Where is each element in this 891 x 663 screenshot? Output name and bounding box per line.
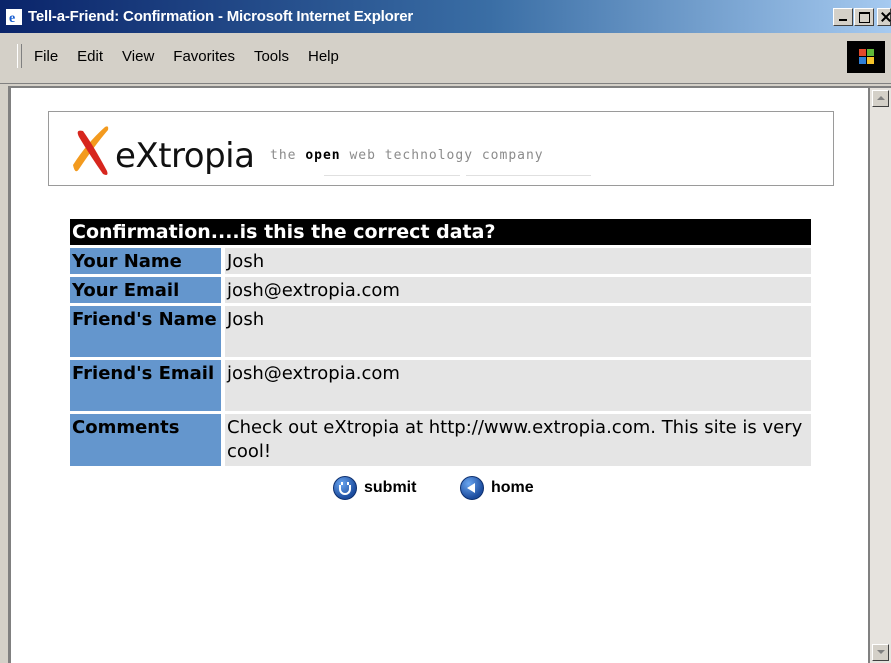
row-label: Your Name <box>70 248 221 274</box>
action-bar: submit home <box>11 476 868 504</box>
close-button[interactable] <box>877 8 891 26</box>
table-row: Friend's Email josh@extropia.com <box>70 360 811 411</box>
logo-banner: eXtropia the open web technology company <box>48 111 834 186</box>
left-arrow-icon <box>460 476 484 500</box>
row-value: josh@extropia.com <box>225 277 811 303</box>
window-controls <box>832 8 891 26</box>
smiley-icon <box>333 476 357 500</box>
extropia-x-logo <box>73 126 109 175</box>
divider <box>324 175 460 176</box>
menu-items: File Edit View Favorites Tools Help <box>34 48 358 65</box>
row-label: Friend's Name <box>70 306 221 357</box>
home-button[interactable]: home <box>460 476 534 500</box>
scroll-down-button[interactable] <box>872 644 889 661</box>
table-row: Your Name Josh <box>70 248 811 274</box>
submit-button[interactable]: submit <box>333 476 416 500</box>
scroll-up-button[interactable] <box>872 90 889 107</box>
svg-text:e: e <box>9 11 15 25</box>
menu-view[interactable]: View <box>122 48 154 65</box>
internet-explorer-icon: e <box>6 9 22 25</box>
row-value: Check out eXtropia at http://www.extropi… <box>225 414 811 466</box>
row-value: Josh <box>225 306 811 357</box>
table-row: Comments Check out eXtropia at http://ww… <box>70 414 811 466</box>
menu-favorites[interactable]: Favorites <box>173 48 235 65</box>
menu-bar: File Edit View Favorites Tools Help <box>0 33 891 84</box>
home-label: home <box>491 479 534 496</box>
page-content: eXtropia the open web technology company… <box>11 88 868 663</box>
windows-logo-icon <box>847 41 885 73</box>
menu-help[interactable]: Help <box>308 48 339 65</box>
vertical-scrollbar[interactable] <box>870 88 891 663</box>
divider <box>466 175 591 176</box>
minimize-button[interactable] <box>833 8 853 26</box>
confirmation-header: Confirmation....is this the correct data… <box>70 219 811 245</box>
menu-tools[interactable]: Tools <box>254 48 289 65</box>
row-label: Comments <box>70 414 221 466</box>
menu-edit[interactable]: Edit <box>77 48 103 65</box>
submit-label: submit <box>364 479 417 496</box>
toolbar-grip <box>17 44 22 68</box>
table-row: Friend's Name Josh <box>70 306 811 357</box>
row-value: Josh <box>225 248 811 274</box>
title-bar: e Tell-a-Friend: Confirmation - Microsof… <box>0 0 891 33</box>
window-title: Tell-a-Friend: Confirmation - Microsoft … <box>28 8 414 25</box>
table-row: Your Email josh@extropia.com <box>70 277 811 303</box>
row-label: Your Email <box>70 277 221 303</box>
menu-file[interactable]: File <box>34 48 58 65</box>
tagline: the open web technology company <box>270 148 544 163</box>
maximize-button[interactable] <box>854 8 874 26</box>
row-label: Friend's Email <box>70 360 221 411</box>
row-value: josh@extropia.com <box>225 360 811 411</box>
brand-name: eXtropia <box>115 136 255 176</box>
